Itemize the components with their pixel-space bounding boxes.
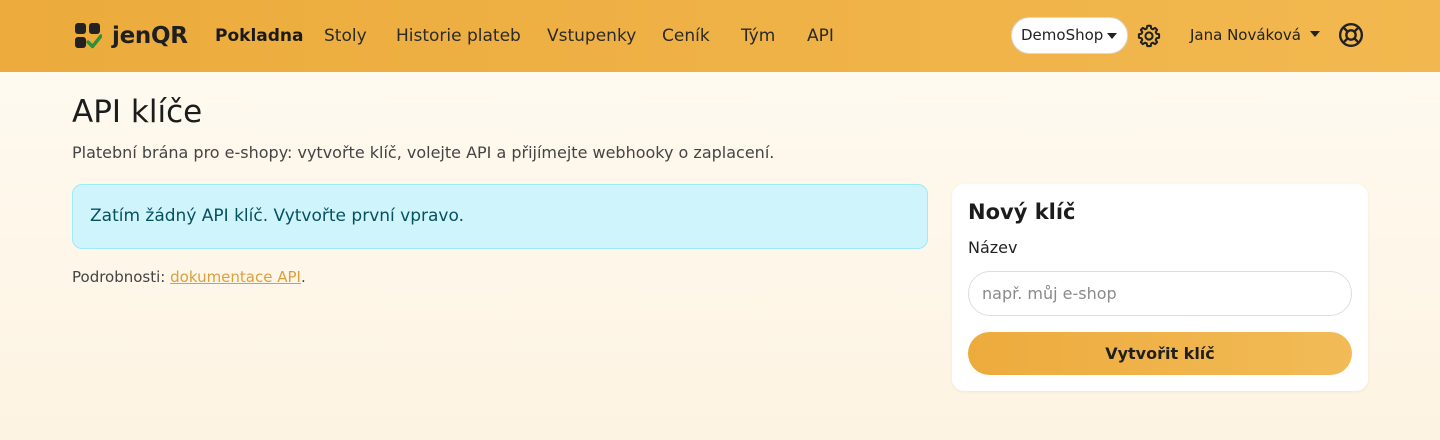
lifebuoy-icon[interactable] <box>1338 22 1364 48</box>
qr-check-logo <box>75 23 102 49</box>
shop-select-value: DemoShop <box>1021 26 1104 44</box>
details-prefix: Podrobnosti: <box>72 268 166 286</box>
details-suffix: . <box>300 268 306 286</box>
gear-icon[interactable] <box>1136 23 1162 49</box>
create-key-button[interactable]: Vytvořit klíč <box>968 332 1352 375</box>
brand-name: jenQR <box>112 23 188 49</box>
chevron-down-icon <box>1107 33 1117 39</box>
card-title: Nový klíč <box>968 200 1076 224</box>
nav-vstupenky[interactable]: Vstupenky <box>547 26 636 46</box>
top-navbar: jenQR Pokladna Stoly Historie plateb Vst… <box>0 0 1440 72</box>
key-name-input[interactable] <box>968 271 1352 316</box>
brand[interactable]: jenQR <box>74 22 188 50</box>
new-key-card: Nový klíč Název Vytvořit klíč <box>952 184 1368 391</box>
user-menu[interactable]: Jana Nováková <box>1190 26 1320 44</box>
name-label: Název <box>968 238 1018 257</box>
empty-keys-alert: Zatím žádný API klíč. Vytvořte první vpr… <box>72 184 928 249</box>
nav-pokladna[interactable]: Pokladna <box>215 26 304 46</box>
api-docs-link[interactable]: dokumentace API <box>170 268 301 286</box>
details-line: Podrobnosti: dokumentace API. <box>72 268 306 286</box>
page-title: API klíče <box>72 94 203 130</box>
chevron-down-icon <box>1309 30 1320 37</box>
nav-stoly[interactable]: Stoly <box>324 26 367 46</box>
shop-select[interactable]: DemoShop <box>1011 17 1128 54</box>
nav-cenik[interactable]: Ceník <box>662 26 710 46</box>
page-subtitle: Platební brána pro e-shopy: vytvořte klí… <box>72 143 775 162</box>
nav-tym[interactable]: Tým <box>741 26 775 46</box>
alert-text: Zatím žádný API klíč. Vytvořte první vpr… <box>90 206 464 226</box>
user-name: Jana Nováková <box>1190 26 1301 44</box>
nav-api[interactable]: API <box>807 26 834 46</box>
nav-historie-plateb[interactable]: Historie plateb <box>396 26 521 46</box>
